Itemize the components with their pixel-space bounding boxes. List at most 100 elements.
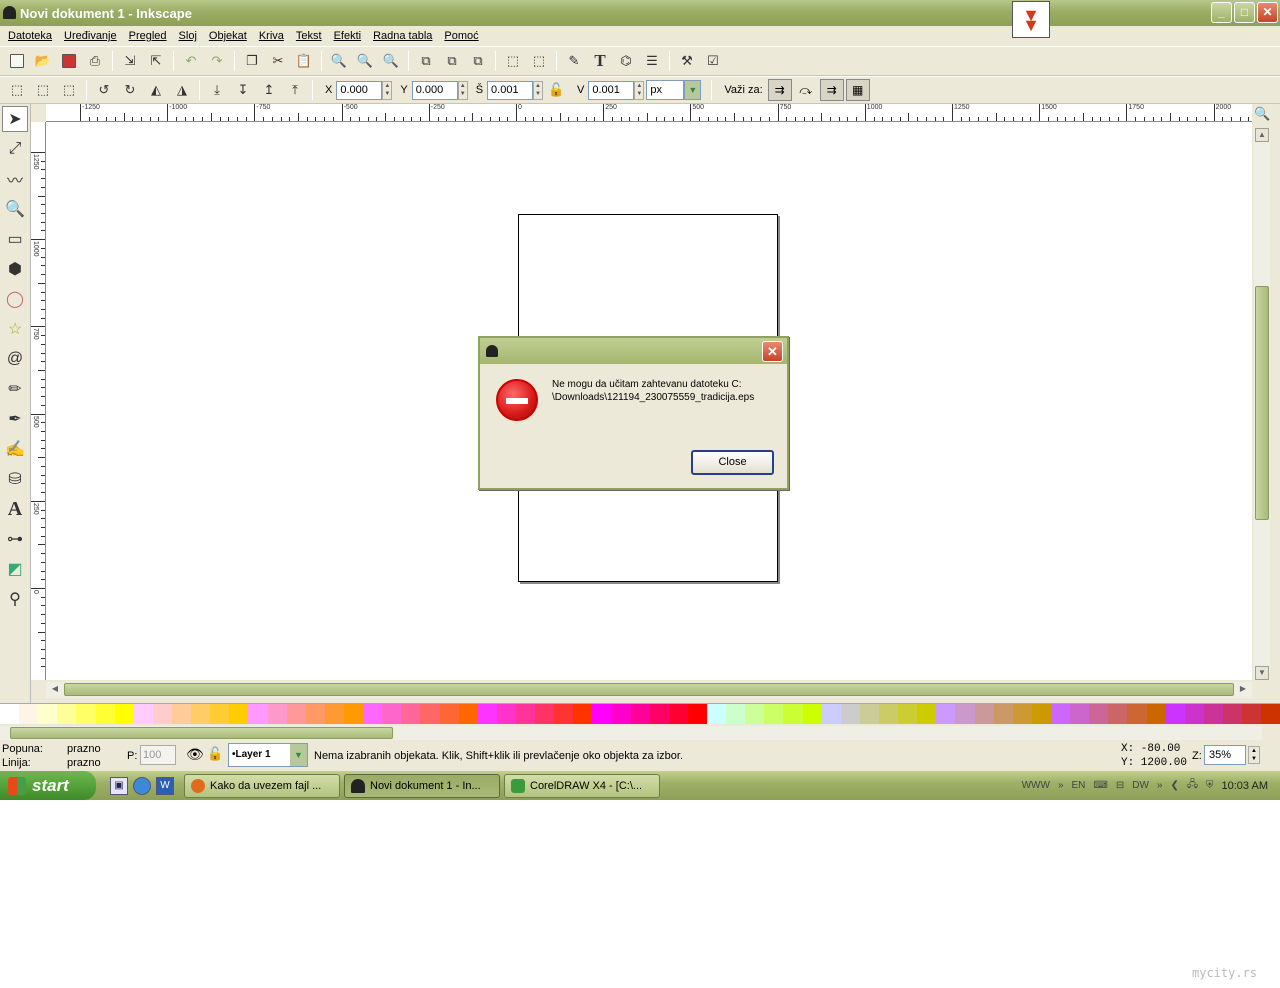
scale-corners-toggle[interactable]: ⤼: [794, 79, 818, 101]
y-spinbox[interactable]: 0.000 ▲ ▼: [411, 80, 468, 100]
rotate-ccw-icon[interactable]: ↺: [93, 79, 115, 101]
zoom-spin-arrows[interactable]: ▲ ▼: [1248, 746, 1260, 764]
color-swatch[interactable]: [515, 704, 536, 724]
color-swatch[interactable]: [1242, 704, 1262, 724]
new-document-icon[interactable]: [6, 50, 28, 72]
color-swatch[interactable]: [324, 704, 344, 724]
close-button[interactable]: Close: [691, 450, 774, 475]
open-icon[interactable]: 📂: [32, 50, 54, 72]
rectangle-tool-icon[interactable]: ▭: [2, 226, 28, 252]
export-icon[interactable]: ⇱: [145, 50, 167, 72]
clone-icon[interactable]: ⧉: [441, 50, 463, 72]
layer-select[interactable]: •Layer 1 ▼: [228, 743, 308, 767]
color-swatch[interactable]: [554, 704, 574, 724]
lock-layer-icon[interactable]: 🔓: [207, 746, 223, 762]
unit-select[interactable]: px ▼: [646, 80, 702, 100]
pen-tool-icon[interactable]: ✒: [2, 406, 28, 432]
star-tool-icon[interactable]: ☆: [2, 316, 28, 342]
select-all-layers-icon[interactable]: ⬚: [32, 79, 54, 101]
color-swatch[interactable]: [210, 704, 230, 724]
menu-sloj[interactable]: Sloj: [173, 30, 203, 42]
color-swatch[interactable]: [171, 704, 192, 724]
height-field[interactable]: 0.001: [588, 80, 635, 100]
spiral-tool-icon[interactable]: @: [2, 346, 28, 372]
color-swatch[interactable]: [477, 704, 497, 724]
palette-scrollbar[interactable]: [0, 726, 1262, 740]
print-icon[interactable]: ⎙: [84, 50, 106, 72]
lower-icon[interactable]: ↧: [232, 79, 254, 101]
ellipse-tool-icon[interactable]: ◯: [2, 286, 28, 312]
lower-to-bottom-icon[interactable]: ⤓: [206, 79, 228, 101]
menu-efekti[interactable]: Efekti: [328, 30, 368, 42]
zoom-drawing-icon[interactable]: 🔍: [354, 50, 376, 72]
menu-tekst[interactable]: Tekst: [290, 30, 328, 42]
move-gradients-toggle[interactable]: ⇉: [819, 79, 844, 101]
color-swatch[interactable]: [668, 704, 688, 724]
chevron-down-icon[interactable]: ▼: [684, 80, 702, 100]
paint-bucket-tool-icon[interactable]: ⛁: [2, 466, 28, 492]
undo-icon[interactable]: ↶: [180, 50, 202, 72]
scroll-left-arrow[interactable]: ◀: [48, 683, 62, 697]
duplicate-icon[interactable]: ⧉: [415, 50, 437, 72]
opacity-field[interactable]: 100: [140, 745, 176, 765]
network-icon[interactable]: 🖧: [1187, 777, 1198, 794]
color-swatch[interactable]: [936, 704, 956, 724]
deselect-icon[interactable]: ⬚: [58, 79, 80, 101]
menu-kriva[interactable]: Kriva: [253, 30, 290, 42]
keyboard-icon[interactable]: ⌨: [1093, 780, 1107, 791]
color-swatch[interactable]: [764, 704, 784, 724]
menu-radna-tabla[interactable]: Radna tabla: [367, 30, 438, 42]
color-swatch[interactable]: [745, 704, 765, 724]
tray-toolbar-icon[interactable]: ⊟: [1116, 780, 1124, 791]
align-distribute-icon[interactable]: ☰: [641, 50, 663, 72]
color-swatch[interactable]: [649, 704, 669, 724]
preferences-icon[interactable]: ⚒: [676, 50, 698, 72]
node-tool-icon[interactable]: ⤢: [2, 136, 28, 162]
palette-scroll-thumb[interactable]: [10, 727, 393, 739]
zoom-corner-icon[interactable]: 🔍: [1254, 106, 1270, 122]
vertical-scrollbar[interactable]: ▲ ▼: [1254, 128, 1270, 680]
tray-expand-icon[interactable]: »: [1058, 780, 1064, 791]
color-swatch[interactable]: [1203, 704, 1223, 724]
gradient-tool-icon[interactable]: ◩: [2, 556, 28, 582]
quicklaunch-show-desktop-icon[interactable]: ▣: [110, 776, 128, 795]
color-swatch[interactable]: [1261, 704, 1280, 724]
scroll-right-arrow[interactable]: ▶: [1236, 683, 1250, 697]
group-icon[interactable]: ⬚: [502, 50, 524, 72]
connector-tool-icon[interactable]: ⊶: [2, 526, 28, 552]
chevron-down-icon[interactable]: ▼: [290, 744, 307, 766]
task-firefox[interactable]: Kako da uvezem fajl ...: [184, 773, 340, 798]
x-spin-arrows[interactable]: ▲ ▼: [382, 80, 393, 100]
stroke-value[interactable]: prazno: [67, 757, 101, 769]
zoom-field[interactable]: 35%: [1204, 745, 1246, 765]
scroll-up-arrow[interactable]: ▲: [1255, 128, 1269, 142]
x-spinbox[interactable]: 0.000 ▲ ▼: [336, 80, 393, 100]
color-swatch[interactable]: [267, 704, 287, 724]
xml-editor-icon[interactable]: ⌬: [615, 50, 637, 72]
color-swatch[interactable]: [95, 704, 115, 724]
flip-horizontal-icon[interactable]: ◭: [145, 79, 167, 101]
color-swatch[interactable]: [592, 704, 612, 724]
ungroup-icon[interactable]: ⬚: [528, 50, 550, 72]
tray-dw[interactable]: DW: [1132, 780, 1149, 791]
calligraphy-tool-icon[interactable]: ✍: [2, 436, 28, 462]
dropper-tool-icon[interactable]: ⚲: [2, 586, 28, 612]
text-tool-icon[interactable]: A: [2, 496, 28, 522]
text-font-icon[interactable]: T: [589, 50, 611, 72]
y-spin-arrows[interactable]: ▲ ▼: [457, 80, 468, 100]
flip-vertical-icon[interactable]: ◮: [171, 79, 193, 101]
color-swatch[interactable]: [363, 704, 383, 724]
color-swatch[interactable]: [133, 704, 153, 724]
scroll-down-arrow[interactable]: ▼: [1255, 666, 1269, 680]
color-swatch[interactable]: [917, 704, 937, 724]
save-icon[interactable]: [58, 50, 80, 72]
raise-icon[interactable]: ↥: [258, 79, 280, 101]
color-swatch[interactable]: [1165, 704, 1185, 724]
menu-datoteka[interactable]: Datoteka: [2, 30, 58, 42]
menu-uredjivanje[interactable]: Uređivanje: [58, 30, 123, 42]
color-swatch[interactable]: [114, 704, 134, 724]
color-swatch[interactable]: [802, 704, 822, 724]
task-coreldraw[interactable]: CorelDRAW X4 - [C:\...: [504, 773, 660, 798]
color-swatch[interactable]: [401, 704, 421, 724]
minimize-button[interactable]: _: [1211, 2, 1232, 23]
